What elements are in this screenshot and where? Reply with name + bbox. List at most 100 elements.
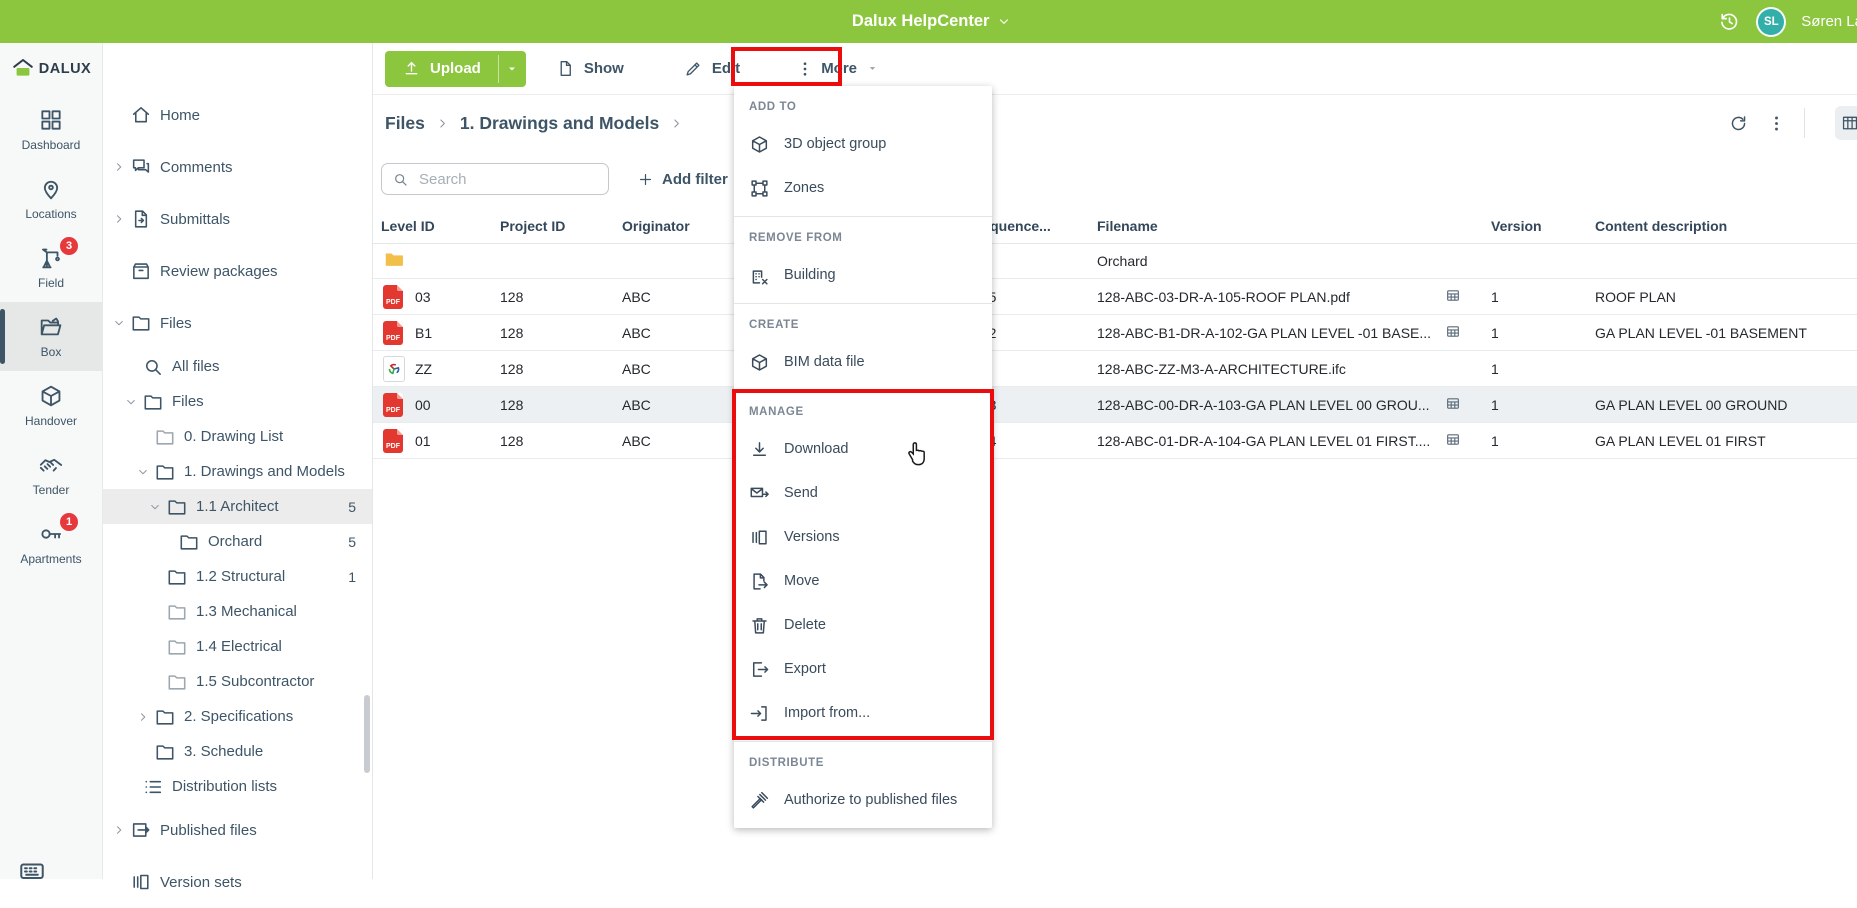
menu-item-import-from[interactable]: Import from... bbox=[734, 691, 992, 735]
column-header-content-description[interactable]: Content description bbox=[1595, 218, 1727, 234]
breadcrumb-files[interactable]: Files bbox=[385, 113, 425, 134]
nav-item-1-3-mechanical[interactable]: 1.3 Mechanical bbox=[103, 594, 372, 629]
column-settings-button[interactable] bbox=[1835, 106, 1857, 140]
chevron-right-icon[interactable] bbox=[112, 823, 130, 837]
nav-item-2-specifications[interactable]: 2. Specifications bbox=[103, 699, 372, 734]
table-row[interactable]: Orchard bbox=[373, 243, 1857, 279]
list-options-button[interactable] bbox=[1767, 114, 1786, 133]
dalux-logo[interactable]: DALUX bbox=[0, 43, 102, 95]
rail-item-field[interactable]: 3Field bbox=[0, 233, 102, 302]
chevron-down-icon[interactable] bbox=[124, 395, 142, 409]
nav-item-label: 1.4 Electrical bbox=[196, 638, 282, 655]
chevron-down-icon[interactable] bbox=[136, 465, 154, 479]
refresh-button[interactable] bbox=[1728, 113, 1749, 134]
menu-item-authorize-to-published-files[interactable]: Authorize to published files bbox=[734, 778, 992, 822]
upload-button[interactable]: Upload bbox=[385, 51, 526, 87]
table-header: Level IDProject IDOriginatorSequence...F… bbox=[373, 208, 1857, 244]
export-icon bbox=[749, 659, 770, 680]
cell-originator: ABC bbox=[622, 325, 651, 341]
nav-item-label: Comments bbox=[160, 159, 233, 176]
menu-item-bim-data-file[interactable]: BIM data file bbox=[734, 340, 992, 384]
rail-item-dashboard[interactable]: Dashboard bbox=[0, 95, 102, 164]
rail-item-tender[interactable]: Tender bbox=[0, 440, 102, 509]
menu-item-label: Building bbox=[784, 267, 836, 283]
menu-item-3d-object-group[interactable]: 3D object group bbox=[734, 122, 992, 166]
menu-item-send[interactable]: Send bbox=[734, 471, 992, 515]
folder-count: 1 bbox=[348, 569, 356, 585]
folder-icon bbox=[142, 391, 164, 413]
nav-item-orchard[interactable]: Orchard5 bbox=[103, 524, 372, 559]
add-filter-button[interactable]: Add filter bbox=[631, 163, 734, 195]
cell-filename: 128-ABC-00-DR-A-103-GA PLAN LEVEL 00 GRO… bbox=[1097, 397, 1430, 413]
move-icon bbox=[749, 571, 770, 592]
nav-item-1-2-structural[interactable]: 1.2 Structural1 bbox=[103, 559, 372, 594]
nav-item-all-files[interactable]: All files bbox=[103, 349, 372, 384]
column-header-filename[interactable]: Filename bbox=[1097, 218, 1158, 234]
comments-icon bbox=[130, 156, 152, 178]
chevron-right-icon bbox=[669, 116, 684, 131]
navigation-panel: HomeCommentsSubmittalsReview packagesFil… bbox=[103, 43, 373, 879]
chevron-down-icon[interactable] bbox=[112, 316, 130, 330]
table-row[interactable]: PDF00128ABC103128-ABC-00-DR-A-103-GA PLA… bbox=[373, 387, 1857, 423]
table-row[interactable]: PDF03128ABC105128-ABC-03-DR-A-105-ROOF P… bbox=[373, 279, 1857, 315]
divider bbox=[1804, 108, 1805, 138]
avatar[interactable]: SL bbox=[1756, 7, 1786, 37]
notification-badge: 1 bbox=[60, 513, 78, 531]
column-header-version[interactable]: Version bbox=[1491, 218, 1542, 234]
chevron-right-icon[interactable] bbox=[136, 710, 154, 724]
scrollbar-thumb[interactable] bbox=[364, 695, 370, 773]
menu-item-download[interactable]: Download bbox=[734, 427, 992, 471]
more-button[interactable]: More bbox=[790, 59, 885, 79]
rail-item-box[interactable]: Box bbox=[0, 302, 102, 371]
column-header-level-id[interactable]: Level ID bbox=[381, 218, 435, 234]
home-icon bbox=[130, 104, 152, 126]
table-row[interactable]: PDF01128ABC104128-ABC-01-DR-A-104-GA PLA… bbox=[373, 423, 1857, 459]
table-row[interactable]: ZZ128ABC128-ABC-ZZ-M3-A-ARCHITECTURE.ifc… bbox=[373, 351, 1857, 387]
search-input[interactable] bbox=[417, 170, 598, 189]
nav-item-files[interactable]: Files bbox=[103, 297, 372, 349]
rail-item-handover[interactable]: Handover bbox=[0, 371, 102, 440]
history-button[interactable] bbox=[1718, 10, 1741, 33]
column-header-originator[interactable]: Originator bbox=[622, 218, 690, 234]
nav-item-published-files[interactable]: Published files bbox=[103, 804, 372, 856]
chevron-down-icon[interactable] bbox=[148, 500, 166, 514]
nav-item-submittals[interactable]: Submittals bbox=[103, 193, 372, 245]
menu-item-zones[interactable]: Zones bbox=[734, 166, 992, 210]
menu-item-delete[interactable]: Delete bbox=[734, 603, 992, 647]
breadcrumb-current-folder[interactable]: 1. Drawings and Models bbox=[460, 113, 659, 134]
nav-item-review-packages[interactable]: Review packages bbox=[103, 245, 372, 297]
nav-item-1-4-electrical[interactable]: 1.4 Electrical bbox=[103, 629, 372, 664]
nav-item-files[interactable]: Files bbox=[103, 384, 372, 419]
nav-item-distribution-lists[interactable]: Distribution lists bbox=[103, 769, 372, 804]
nav-item-home[interactable]: Home bbox=[103, 89, 372, 141]
nav-item-version-sets[interactable]: Version sets bbox=[103, 856, 372, 908]
chevron-right-icon[interactable] bbox=[112, 212, 130, 226]
menu-item-export[interactable]: Export bbox=[734, 647, 992, 691]
menu-item-move[interactable]: Move bbox=[734, 559, 992, 603]
dalux-logo-text: DALUX bbox=[39, 61, 91, 77]
nav-item-label: Home bbox=[160, 107, 200, 124]
upload-dropdown-button[interactable] bbox=[499, 51, 526, 87]
menu-item-building[interactable]: Building bbox=[734, 253, 992, 297]
nav-item-1-drawings-and-models[interactable]: 1. Drawings and Models bbox=[103, 454, 372, 489]
table-row[interactable]: PDFB1128ABC102128-ABC-B1-DR-A-102-GA PLA… bbox=[373, 315, 1857, 351]
keyboard-icon[interactable] bbox=[18, 857, 46, 885]
rail-item-locations[interactable]: Locations bbox=[0, 164, 102, 233]
edit-button[interactable]: Edit bbox=[678, 58, 746, 79]
nav-item-1-1-architect[interactable]: 1.1 Architect5 bbox=[103, 489, 372, 524]
show-button[interactable]: Show bbox=[550, 58, 630, 79]
nav-item-1-5-subcontractor[interactable]: 1.5 Subcontractor bbox=[103, 664, 372, 699]
nav-item-comments[interactable]: Comments bbox=[103, 141, 372, 193]
refresh-icon bbox=[1728, 113, 1749, 134]
nav-item-0-drawing-list[interactable]: 0. Drawing List bbox=[103, 419, 372, 454]
cell-project-id: 128 bbox=[500, 361, 523, 377]
rail-item-apartments[interactable]: 1Apartments bbox=[0, 509, 102, 578]
project-switcher[interactable]: Dalux HelpCenter bbox=[852, 0, 1012, 43]
cell-filename: Orchard bbox=[1097, 253, 1148, 269]
column-header-project-id[interactable]: Project ID bbox=[500, 218, 565, 234]
menu-item-versions[interactable]: Versions bbox=[734, 515, 992, 559]
nav-item-3-schedule[interactable]: 3. Schedule bbox=[103, 734, 372, 769]
list-icon bbox=[142, 776, 164, 798]
chevron-right-icon[interactable] bbox=[112, 160, 130, 174]
user-name: Søren La bbox=[1801, 13, 1857, 30]
